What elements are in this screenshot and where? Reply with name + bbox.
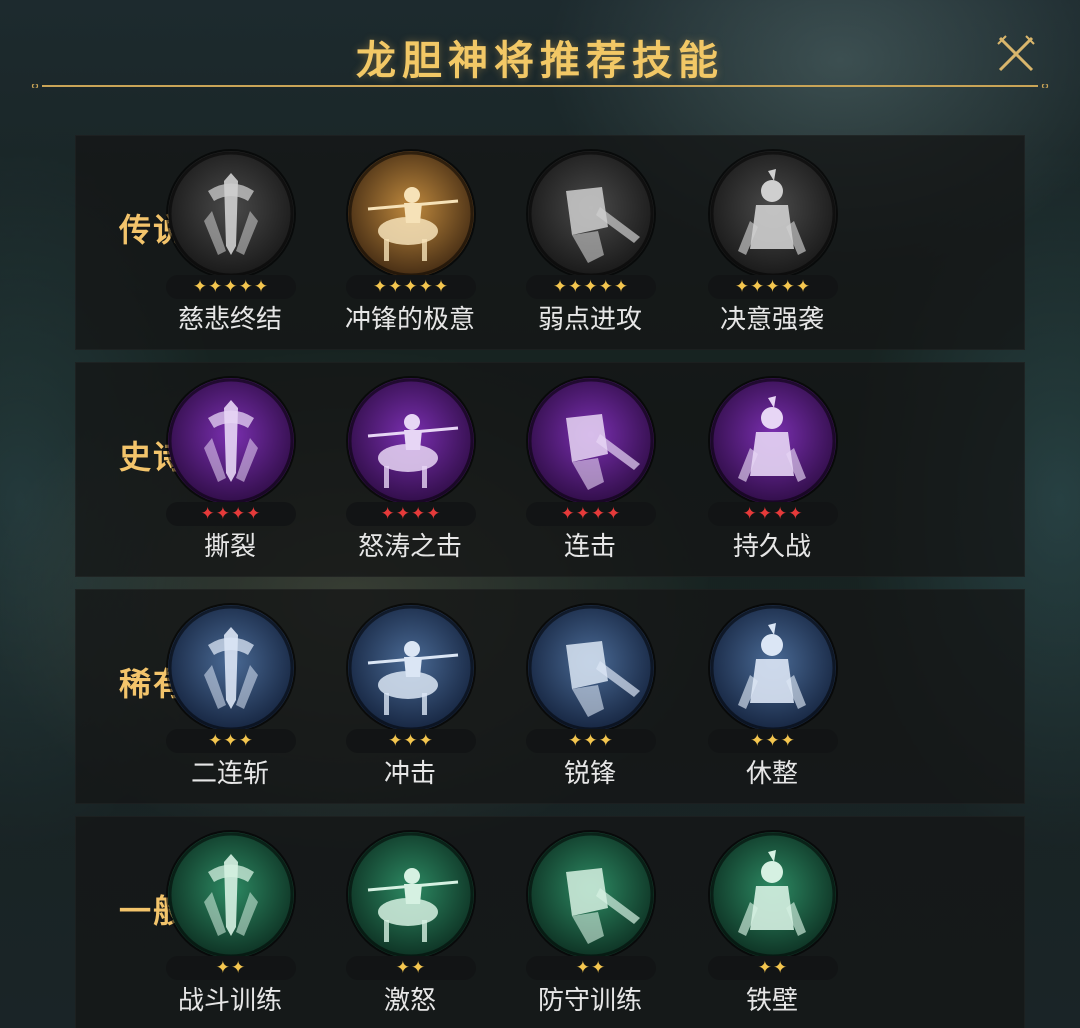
skill-name: 决意强袭 <box>719 305 824 335</box>
close-icon <box>997 35 1035 72</box>
skill-name: 冲击 <box>383 759 436 789</box>
skill-name: 慈悲终结 <box>177 305 282 335</box>
skill-name: 休整 <box>745 759 798 789</box>
skill-card[interactable]: ✦✦✦✦✦ 冲锋的极意 <box>315 151 505 341</box>
skill-card[interactable]: ✦✦✦✦✦ 决意强袭 <box>677 151 867 341</box>
star-rating: ✦✦✦✦✦ <box>166 275 296 299</box>
skill-name: 铁壁 <box>745 986 798 1016</box>
sharp-blade-icon[interactable] <box>528 605 654 731</box>
skill-card[interactable]: ✦✦✦✦ 持久战 <box>677 378 867 568</box>
skill-name: 二连斩 <box>190 759 269 789</box>
skill-section: 稀有 ✦✦✦ 二连斩 ✦✦✦ 冲击 ✦✦✦ 锐锋 ✦✦✦ 休整 <box>75 589 1025 804</box>
iron-shield-icon[interactable] <box>710 832 836 958</box>
armor-pierce-icon[interactable] <box>528 151 654 277</box>
star-rating: ✦✦✦✦✦ <box>526 275 656 299</box>
star-rating: ✦✦ <box>346 956 476 980</box>
star-rating: ✦✦✦ <box>526 729 656 753</box>
skill-name: 防守训练 <box>537 986 642 1016</box>
skill-name: 冲锋的极意 <box>344 305 475 335</box>
skill-card[interactable]: ✦✦✦✦ 怒涛之击 <box>315 378 505 568</box>
skill-card[interactable]: ✦✦✦✦ 撕裂 <box>135 378 325 568</box>
skill-card[interactable]: ✦✦✦✦ 连击 <box>495 378 685 568</box>
skill-card[interactable]: ✦✦ 防守训练 <box>495 832 685 1022</box>
star-rating: ✦✦ <box>708 956 838 980</box>
skill-name: 撕裂 <box>203 532 256 562</box>
star-rating: ✦✦✦✦✦ <box>346 275 476 299</box>
skill-name: 怒涛之击 <box>357 532 462 562</box>
skill-card[interactable]: ✦✦✦ 二连斩 <box>135 605 325 795</box>
star-rating: ✦✦ <box>526 956 656 980</box>
lance-thrust-icon[interactable] <box>348 605 474 731</box>
skill-name: 激怒 <box>383 986 436 1016</box>
sword-cape-icon[interactable] <box>168 151 294 277</box>
rearing-horse-icon[interactable] <box>710 151 836 277</box>
star-rating: ✦✦✦ <box>166 729 296 753</box>
skill-card[interactable]: ✦✦✦ 锐锋 <box>495 605 685 795</box>
soldiers-icon[interactable] <box>168 832 294 958</box>
star-rating: ✦✦✦✦ <box>708 502 838 526</box>
star-rating: ✦✦✦✦ <box>526 502 656 526</box>
star-rating: ✦✦✦✦✦ <box>708 275 838 299</box>
horse-rest-icon[interactable] <box>710 605 836 731</box>
double-slash-icon[interactable] <box>168 605 294 731</box>
skill-name: 弱点进攻 <box>537 305 642 335</box>
star-rating: ✦✦✦ <box>346 729 476 753</box>
star-rating: ✦✦✦✦ <box>346 502 476 526</box>
skill-name: 锐锋 <box>563 759 616 789</box>
skill-card[interactable]: ✦✦✦ 休整 <box>677 605 867 795</box>
skill-name: 持久战 <box>732 532 811 562</box>
skill-section: 史诗 ✦✦✦✦ 撕裂 ✦✦✦✦ 怒涛之击 ✦✦✦✦ 连击 ✦✦✦✦ 持久战 <box>75 362 1025 577</box>
skill-card[interactable]: ✦✦✦ 冲击 <box>315 605 505 795</box>
skill-card[interactable]: ✦✦✦✦✦ 慈悲终结 <box>135 151 325 341</box>
title-divider <box>30 84 1050 88</box>
star-rating: ✦✦✦ <box>708 729 838 753</box>
skill-section: 传说 ✦✦✦✦✦ 慈悲终结 ✦✦✦✦✦ 冲锋的极意 ✦✦✦✦✦ 弱点进攻 ✦✦✦… <box>75 135 1025 350</box>
skill-card[interactable]: ✦✦ 铁壁 <box>677 832 867 1022</box>
armored-knight-icon[interactable] <box>710 378 836 504</box>
star-rating: ✦✦✦✦ <box>166 502 296 526</box>
skill-card[interactable]: ✦✦ 战斗训练 <box>135 832 325 1022</box>
skill-card[interactable]: ✦✦✦✦✦ 弱点进攻 <box>495 151 685 341</box>
skill-section: 一般 ✦✦ 战斗训练 ✦✦ 激怒 ✦✦ 防守训练 ✦✦ 铁壁 <box>75 816 1025 1028</box>
star-rating: ✦✦ <box>166 956 296 980</box>
spear-strike-icon[interactable] <box>348 378 474 504</box>
page-title: 龙胆神将推荐技能 <box>356 38 724 84</box>
cavalry-charge-icon[interactable] <box>348 151 474 277</box>
skill-name: 战斗训练 <box>177 986 282 1016</box>
tear-arm-icon[interactable] <box>168 378 294 504</box>
skill-name: 连击 <box>563 532 616 562</box>
skill-card[interactable]: ✦✦ 激怒 <box>315 832 505 1022</box>
roaring-warrior-icon[interactable] <box>348 832 474 958</box>
close-button[interactable] <box>992 30 1040 78</box>
combo-swords-icon[interactable] <box>528 378 654 504</box>
shield-wall-icon[interactable] <box>528 832 654 958</box>
